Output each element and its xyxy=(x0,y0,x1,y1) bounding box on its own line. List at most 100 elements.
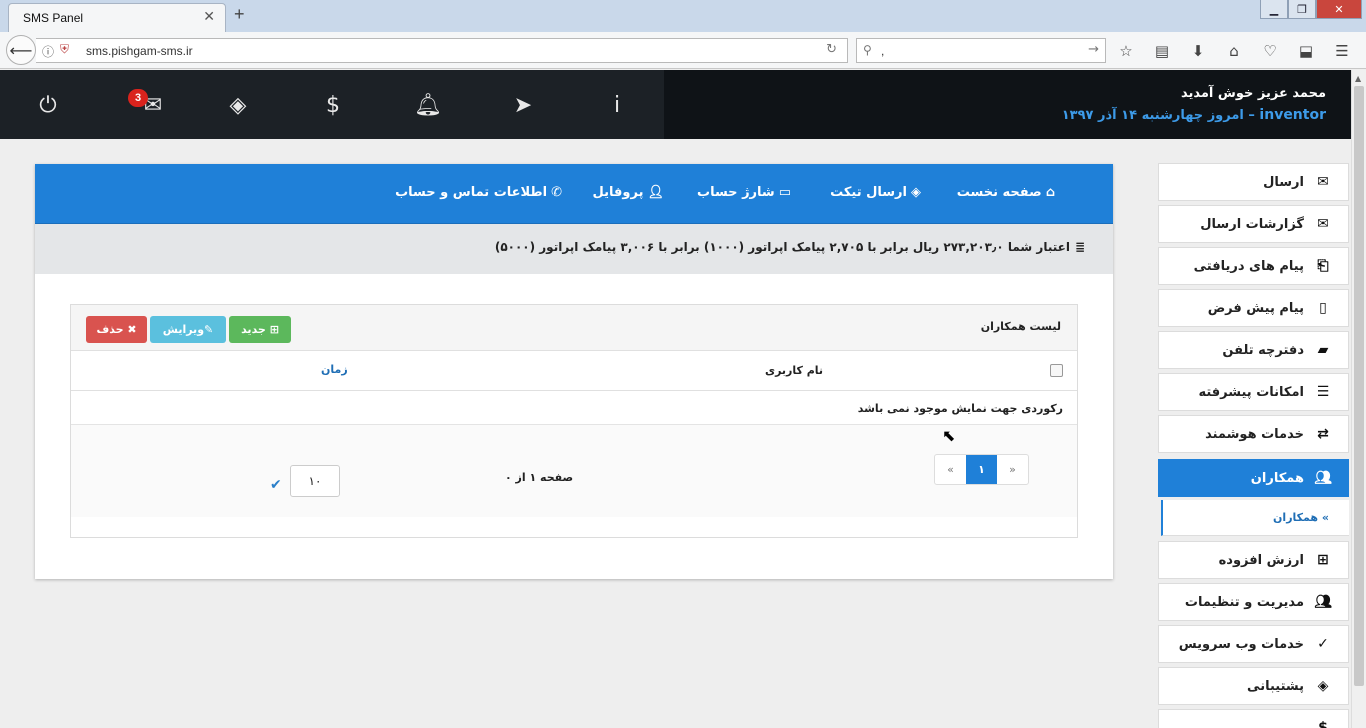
pager-next[interactable]: » xyxy=(997,455,1028,484)
sidebar-item-send-reports[interactable]: ✉ گزارشات ارسال xyxy=(1158,205,1349,243)
sidebar-item-management[interactable]: 👥︎ مدیریت و تنظیمات xyxy=(1158,583,1349,621)
table-row: رکوردی جهت نمایش موجود نمی باشد xyxy=(71,391,1077,425)
new-tab-button[interactable]: + xyxy=(234,4,245,25)
check-icon[interactable]: ✔ xyxy=(270,477,282,493)
today-line: inventor – امروز چهارشنبه ۱۴ آذر ۱۳۹۷ xyxy=(1062,107,1326,123)
home-icon: ⌂ xyxy=(1045,185,1055,200)
page-status: صفحه ۱ از ۰ xyxy=(505,471,574,484)
ticket-icon: ◈ xyxy=(911,185,921,200)
page: ⏻ ✉ 3 ◈ $ 🔔︎ ➤ i محمد عزیز خوش آمدید inv… xyxy=(0,70,1351,728)
power-icon[interactable]: ⏻ xyxy=(33,90,63,120)
scroll-up-icon[interactable]: ▲ xyxy=(1355,74,1361,83)
bookmark-star-icon[interactable]: ☆ xyxy=(1114,40,1138,62)
nav-home[interactable]: ⌂صفحه نخست xyxy=(957,185,1055,200)
pager-page[interactable]: ۱ xyxy=(966,455,997,484)
credit-card-icon: ▭ xyxy=(778,185,791,200)
info-icon[interactable]: i xyxy=(602,90,632,120)
new-button[interactable]: ⊞ جدید xyxy=(229,316,291,343)
page-scrollbar[interactable]: ▲ xyxy=(1351,70,1366,728)
scroll-thumb[interactable] xyxy=(1354,86,1364,686)
app-header: ⏻ ✉ 3 ◈ $ 🔔︎ ➤ i محمد عزیز خوش آمدید inv… xyxy=(0,70,1351,139)
colleagues-card: لیست همکاران ⊞ جدید ✎ ویرایش ✖ حذف نام کا… xyxy=(70,304,1078,538)
paper-plane-icon[interactable]: ➤ xyxy=(508,90,538,120)
dollar-icon[interactable]: $ xyxy=(318,90,348,120)
check-circle-icon: ✓ xyxy=(1317,636,1329,652)
extension-icon[interactable]: ⬓ xyxy=(1294,40,1318,62)
retweet-icon: ⇄ xyxy=(1317,426,1329,442)
ticket-icon[interactable]: ◈ xyxy=(223,90,253,120)
search-icon: ⚲ xyxy=(863,43,872,57)
nav-contact[interactable]: ✆اطلاعات تماس و حساب xyxy=(395,185,562,200)
minimize-button[interactable]: ▁ xyxy=(1260,0,1288,19)
menu-icon[interactable]: ☰ xyxy=(1330,40,1354,62)
nav-profile[interactable]: 👤︎پروفایل xyxy=(593,185,664,200)
plus-icon: ⊞ xyxy=(269,323,279,336)
panel-nav: ⌂صفحه نخست ◈ارسال تیکت ▭شارژ حساب 👤︎پروف… xyxy=(35,164,1113,224)
sidebar-item-value-added[interactable]: ⊞ ارزش افزوده xyxy=(1158,541,1349,579)
unread-badge: 3 xyxy=(128,89,148,107)
search-go-icon[interactable]: → xyxy=(1088,42,1099,57)
list-icon: ☰ xyxy=(1316,384,1330,400)
browser-toolbar: ☆ ▤ ⬇ ⌂ ♡ ⬓ ☰ xyxy=(1114,40,1354,62)
plus-square-icon: ⊞ xyxy=(1317,552,1329,568)
sidebar-item-smart-services[interactable]: ⇄ خدمات هوشمند xyxy=(1158,415,1349,453)
pager-prev[interactable]: « xyxy=(935,455,966,484)
database-icon: ≣ xyxy=(1074,240,1085,254)
edit-button[interactable]: ✎ ویرایش xyxy=(150,316,226,343)
close-icon: ✖ xyxy=(127,323,137,336)
reading-list-icon[interactable]: ▤ xyxy=(1150,40,1174,62)
window-close-button[interactable]: ✕ xyxy=(1316,0,1362,19)
mouse-cursor-icon: ⬉ xyxy=(942,426,956,445)
sidebar-item-send[interactable]: ✉ ارسال xyxy=(1158,163,1349,201)
sidebar-item-colleagues[interactable]: 👥︎ همکاران xyxy=(1158,459,1349,497)
user-block: محمد عزیز خوش آمدید inventor – امروز چها… xyxy=(664,70,1351,139)
back-arrow-icon: ⟵ xyxy=(9,40,33,60)
sidebar-item-default-message[interactable]: ▯ پیام پیش فرض xyxy=(1158,289,1349,327)
search-input[interactable]: , xyxy=(881,44,884,58)
delete-button[interactable]: ✖ حذف xyxy=(86,316,147,343)
edit-icon: ✎ xyxy=(204,323,214,336)
tracking-shield-icon[interactable]: ⛨ xyxy=(60,42,69,57)
info-icon[interactable]: ⓘ xyxy=(42,43,54,60)
sidebar-item-advanced[interactable]: ☰ امکانات پیشرفته xyxy=(1158,373,1349,411)
url-text[interactable]: sms.pishgam-sms.ir xyxy=(86,44,193,58)
card-header: لیست همکاران ⊞ جدید ✎ ویرایش ✖ حذف xyxy=(71,305,1077,351)
empty-message: رکوردی جهت نمایش موجود نمی باشد xyxy=(857,402,1063,415)
search-bar[interactable]: ⚲ , → xyxy=(856,38,1106,63)
browser-tab-bar: SMS Panel ✕ + ▁ ❐ ✕ xyxy=(0,0,1366,32)
dollar-icon: $ xyxy=(1318,720,1328,728)
main-panel: ⌂صفحه نخست ◈ارسال تیکت ▭شارژ حساب 👤︎پروف… xyxy=(35,164,1113,579)
phone-icon: ✆ xyxy=(551,185,562,200)
sidebar-item-phonebook[interactable]: ▰ دفترچه تلفن xyxy=(1158,331,1349,369)
reload-icon[interactable]: ↻ xyxy=(826,42,837,57)
bell-icon[interactable]: 🔔︎ xyxy=(413,90,443,120)
url-bar[interactable]: ⓘ ⛨ sms.pishgam-sms.ir ↻ xyxy=(36,38,848,63)
user-icon: 👤︎ xyxy=(647,185,664,200)
pocket-icon[interactable]: ♡ xyxy=(1258,40,1282,62)
tab-close-icon[interactable]: ✕ xyxy=(203,9,215,25)
tablet-icon: ▯ xyxy=(1319,300,1327,316)
inbox-icon: ⎗ xyxy=(1317,258,1329,274)
page-size-input[interactable]: ۱۰ xyxy=(290,465,340,497)
sidebar-item-support[interactable]: ◈ پشتیبانی xyxy=(1158,667,1349,705)
home-icon[interactable]: ⌂ xyxy=(1222,40,1246,62)
sidebar-item-inbox[interactable]: ⎗ پیام های دریافتی xyxy=(1158,247,1349,285)
card-title: لیست همکاران xyxy=(980,320,1061,333)
nav-ticket[interactable]: ◈ارسال تیکت xyxy=(830,185,921,200)
maximize-button[interactable]: ❐ xyxy=(1288,0,1316,19)
download-icon[interactable]: ⬇ xyxy=(1186,40,1210,62)
user-group-icon: 👥︎ xyxy=(1314,470,1332,486)
sidebar-item-webservice[interactable]: ✓ خدمات وب سرویس xyxy=(1158,625,1349,663)
credit-text: ≣اعتبار شما ۲۷۳,۲۰۳٫۰ ریال برابر با ۲,۷۰… xyxy=(494,240,1085,254)
browser-tab[interactable]: SMS Panel ✕ xyxy=(8,3,226,32)
tab-title: SMS Panel xyxy=(23,11,84,25)
nav-charge[interactable]: ▭شارژ حساب xyxy=(697,185,791,200)
select-all-checkbox[interactable] xyxy=(1050,364,1063,377)
back-button[interactable]: ⟵ xyxy=(6,35,36,65)
window-controls: ▁ ❐ ✕ xyxy=(1260,0,1362,19)
column-time[interactable]: زمان xyxy=(321,363,348,376)
sidebar-subitem-colleagues[interactable]: » همکاران xyxy=(1161,500,1349,536)
column-username[interactable]: نام کاربری xyxy=(765,364,823,377)
username[interactable]: inventor xyxy=(1259,107,1326,123)
sidebar-item-more[interactable]: $ xyxy=(1158,709,1349,728)
